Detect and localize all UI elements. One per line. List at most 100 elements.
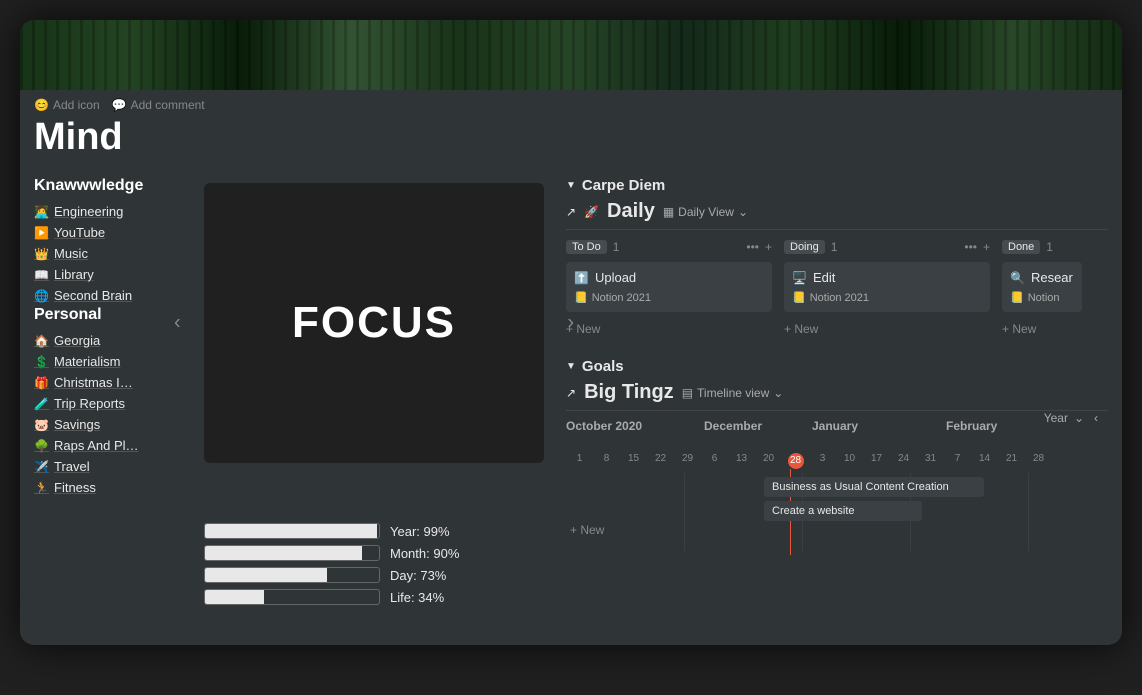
timeline-day: 31 — [917, 453, 944, 469]
item-label: Materialism — [54, 354, 120, 369]
column-menu-icon[interactable]: ••• — [964, 240, 977, 254]
item-icon: ✈️ — [34, 460, 48, 474]
progress-bar — [204, 523, 380, 539]
year-selector[interactable]: Year ⌄ ‹ — [1044, 411, 1098, 425]
daily-view-selector[interactable]: ▦ Daily View ⌄ — [663, 205, 748, 219]
item-label: Engineering — [54, 204, 123, 219]
item-icon: ▶️ — [34, 226, 48, 240]
timeline-day: 21 — [998, 453, 1025, 469]
card-title: Edit — [813, 270, 835, 285]
column-add-icon[interactable]: + — [765, 240, 772, 254]
sidebar-item[interactable]: 🌳 Raps And Pl… — [34, 435, 182, 456]
board-card[interactable]: ⬆️Upload📒Notion 2021 — [566, 262, 772, 312]
progress-bar — [204, 567, 380, 583]
item-icon: 🏃 — [34, 481, 48, 495]
today-marker: 28 — [788, 453, 804, 469]
item-label: Fitness — [54, 480, 96, 495]
progress-label: Month: 90% — [390, 546, 459, 561]
timeline-day: 3 — [809, 453, 836, 469]
timeline-day: 8 — [593, 453, 620, 469]
item-icon: 🌐 — [34, 289, 48, 303]
sidebar-item[interactable]: ✈️Travel — [34, 456, 182, 477]
item-icon: 💲 — [34, 355, 48, 369]
item-label: Savings — [54, 417, 100, 432]
focus-card: ‹ FOCUS › — [204, 183, 544, 463]
daily-db-title[interactable]: Daily — [607, 200, 655, 223]
column-add-icon[interactable]: + — [983, 240, 990, 254]
tag-icon: 📒 — [1010, 291, 1024, 304]
item-icon: 🧪 — [34, 397, 48, 411]
card-tag-label: Notion 2021 — [810, 292, 869, 304]
timeline-day: 14 — [971, 453, 998, 469]
timeline-day: 29 — [674, 453, 701, 469]
card-tag-label: Notion — [1028, 292, 1060, 304]
timeline-day: 15 — [620, 453, 647, 469]
item-label: Raps And Pl… — [54, 438, 139, 453]
board-card[interactable]: 🔍 Resear 📒 Notion — [1002, 262, 1082, 312]
focus-prev-button[interactable]: ‹ — [174, 312, 181, 335]
sidebar-item[interactable]: 💲 Materialism — [34, 351, 182, 372]
timeline-day: 10 — [836, 453, 863, 469]
add-icon-button[interactable]: 😊 Add icon — [34, 98, 100, 112]
sidebar-item[interactable]: 🧪Trip Reports — [34, 393, 182, 414]
card-title: Resear — [1031, 270, 1073, 285]
item-icon: 🎁 — [34, 376, 48, 390]
sidebar-item[interactable]: ▶️ YouTube — [34, 222, 182, 243]
open-goals-db-icon[interactable]: ↗ — [566, 386, 576, 400]
focus-next-button[interactable]: › — [567, 312, 574, 335]
sidebar-item[interactable]: 🏃 Fitness — [34, 477, 182, 498]
item-label: Christmas I… — [54, 375, 133, 390]
sidebar-item[interactable]: 👑Music — [34, 243, 182, 264]
timeline-bar[interactable]: Create a website — [764, 501, 922, 521]
item-icon: 👑 — [34, 247, 48, 261]
new-card-button[interactable]: + New — [566, 318, 772, 340]
cover-image — [20, 20, 1122, 90]
timeline-day: 17 — [863, 453, 890, 469]
sidebar-item[interactable]: 🌐Second Brain — [34, 285, 182, 306]
progress-label: Life: 34% — [390, 590, 444, 605]
item-icon: 📖 — [34, 268, 48, 282]
tag-icon: 📒 — [792, 291, 806, 304]
timeline-day: 7 — [944, 453, 971, 469]
sidebar-item[interactable]: 🏠Georgia — [34, 330, 182, 351]
timeline-day: 22 — [647, 453, 674, 469]
timeline-month: January — [812, 419, 858, 433]
progress-label: Year: 99% — [390, 524, 450, 539]
sidebar-item[interactable]: 🐷 Savings — [34, 414, 182, 435]
add-comment-button[interactable]: 💬 Add comment — [112, 98, 205, 112]
new-card-button[interactable]: + New — [1002, 318, 1082, 340]
timeline-day: 6 — [701, 453, 728, 469]
card-icon: 🔍 — [1010, 271, 1025, 285]
item-label: YouTube — [54, 225, 105, 240]
item-icon: 🐷 — [34, 418, 48, 432]
timeline-view-selector[interactable]: ▤ Timeline view ⌄ — [682, 386, 784, 400]
column-menu-icon[interactable]: ••• — [746, 240, 759, 254]
new-card-button[interactable]: + New — [784, 318, 990, 340]
card-tag-label: Notion 2021 — [592, 292, 651, 304]
sidebar-item[interactable]: 📖Library — [34, 264, 182, 285]
timeline-day: 1 — [566, 453, 593, 469]
timeline-day: 13 — [728, 453, 755, 469]
timeline-new-button[interactable]: + New — [570, 523, 604, 537]
timeline-bar[interactable]: Business as Usual Content Creation — [764, 477, 984, 497]
big-tingz-title[interactable]: Big Tingz — [584, 381, 674, 404]
column-tag: Done — [1002, 240, 1040, 254]
card-icon: ⬆️ — [574, 271, 589, 285]
knowledge-heading: Knawwwledge — [34, 177, 182, 195]
column-count: 1 — [613, 240, 620, 254]
open-db-icon[interactable]: ↗ — [566, 205, 576, 219]
board-card[interactable]: 🖥️ Edit 📒 Notion 2021 — [784, 262, 990, 312]
card-icon: 🖥️ — [792, 271, 807, 285]
item-icon: 🌳 — [34, 439, 48, 453]
card-title: Upload — [595, 270, 636, 285]
personal-heading: Personal — [34, 306, 182, 324]
goals-toggle[interactable]: ▼Goals — [566, 358, 1108, 375]
progress-label: Day: 73% — [390, 568, 446, 583]
timeline-month: October 2020 — [566, 419, 642, 433]
sidebar-item[interactable]: 🧑‍💻Engineering — [34, 201, 182, 222]
sidebar-item[interactable]: 🎁 Christmas I… — [34, 372, 182, 393]
timeline-day: 24 — [890, 453, 917, 469]
carpe-diem-toggle[interactable]: ▼Carpe Diem — [566, 177, 1108, 194]
timeline-day: 20 — [755, 453, 782, 469]
progress-bar — [204, 545, 380, 561]
